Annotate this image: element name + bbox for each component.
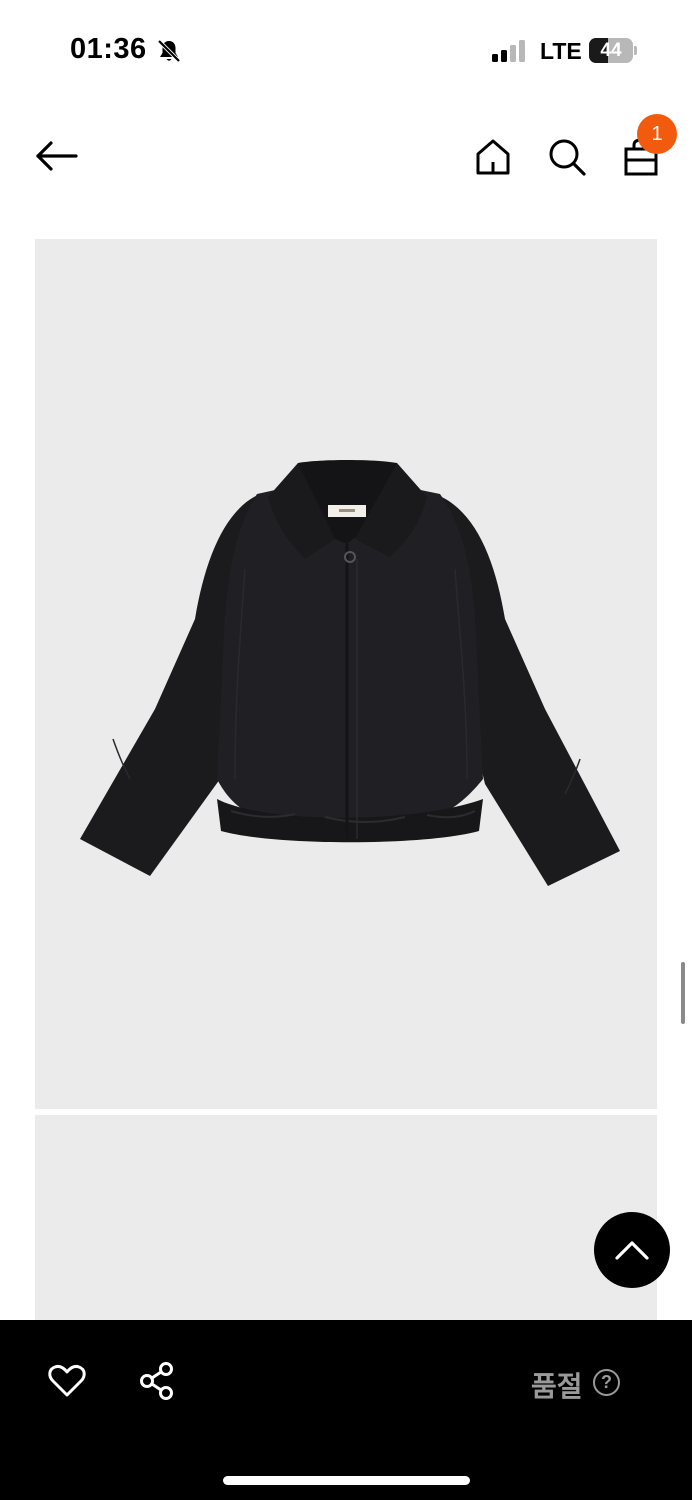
- heart-icon[interactable]: [46, 1360, 88, 1402]
- status-bar: 01:36 LTE 44: [0, 0, 692, 100]
- signal-icon: [492, 40, 525, 62]
- home-icon[interactable]: [472, 136, 514, 178]
- sold-out-label: 품절: [531, 1370, 583, 1403]
- product-image-2[interactable]: [35, 1115, 657, 1320]
- help-icon[interactable]: ?: [593, 1369, 620, 1396]
- bottom-action-bar: 품절 ?: [0, 1320, 692, 1500]
- status-time: 01:36: [70, 33, 147, 65]
- bell-slash-icon: [157, 39, 181, 63]
- battery-icon: 44: [589, 38, 637, 63]
- search-icon[interactable]: [546, 136, 588, 178]
- back-arrow-icon: [36, 141, 78, 171]
- chevron-up-icon: [615, 1241, 649, 1260]
- jacket-image: [80, 460, 620, 886]
- cart-count-badge: 1: [637, 114, 677, 154]
- top-navigation: [0, 100, 692, 311]
- home-indicator: [223, 1476, 470, 1485]
- product-image[interactable]: [35, 239, 657, 1109]
- battery-level: 44: [600, 40, 622, 61]
- network-label: LTE: [540, 38, 582, 64]
- scrollbar[interactable]: [681, 962, 685, 1024]
- back-button[interactable]: [30, 136, 82, 176]
- share-icon[interactable]: [136, 1360, 178, 1402]
- scroll-to-top-button[interactable]: [594, 1212, 670, 1288]
